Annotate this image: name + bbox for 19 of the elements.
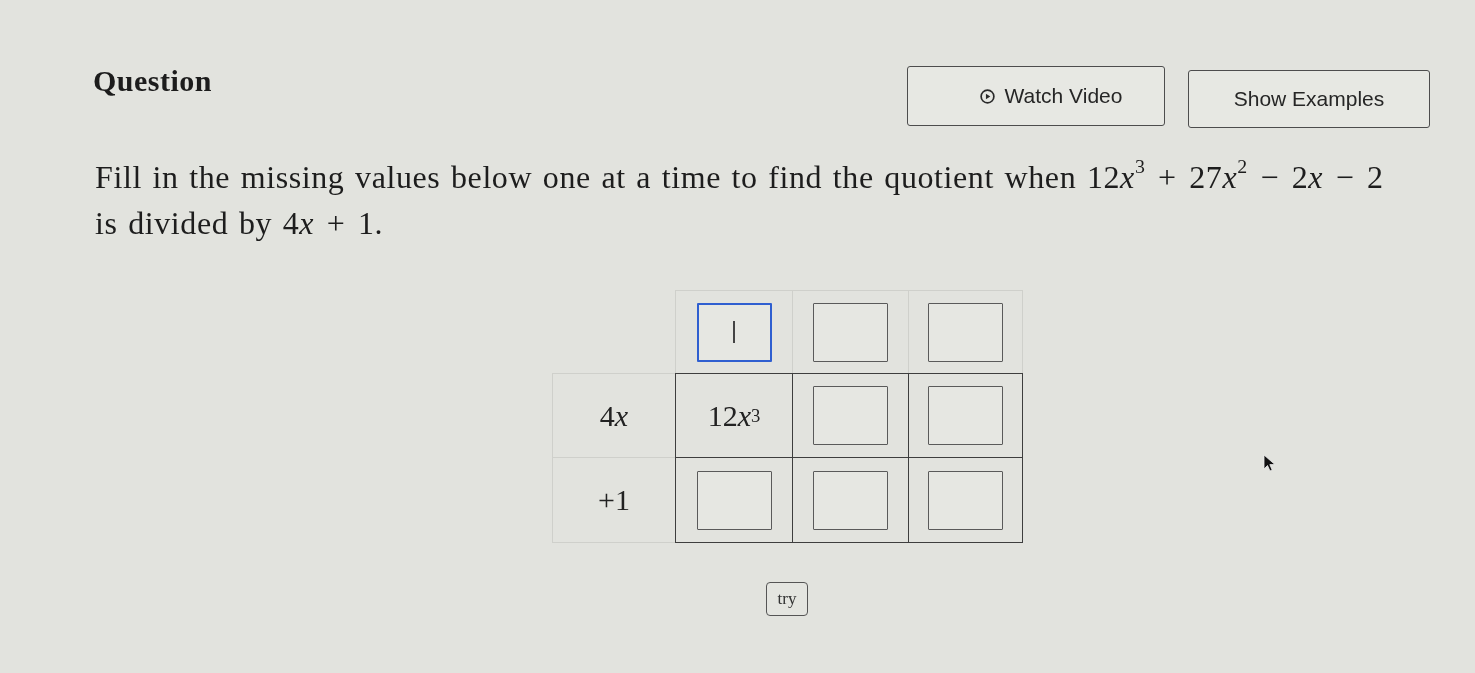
table-cell: +1 <box>552 457 676 543</box>
input-field[interactable] <box>696 302 772 362</box>
input-field[interactable] <box>696 470 772 530</box>
show-examples-button[interactable]: Show Examples <box>1188 70 1430 128</box>
input-field[interactable] <box>813 470 888 530</box>
question-title: Question <box>93 64 214 98</box>
question-text: Fill in the missing values below one at a time to find the quotient when 12x$^{3}$ + 27x$^{2}$ − 2x − 2 is divided by 4x + 1. <box>95 154 1385 243</box>
watch-video-button[interactable]: Watch Video <box>907 66 1165 126</box>
table-cell: 4x <box>552 373 676 458</box>
input-field[interactable] <box>928 470 1003 530</box>
input-field[interactable] <box>813 386 888 445</box>
mouse-pointer-icon <box>1263 454 1277 472</box>
play-circle-icon <box>979 88 995 104</box>
text-cursor-icon <box>733 321 735 343</box>
input-field[interactable] <box>928 302 1003 362</box>
try-button[interactable]: try <box>765 582 809 616</box>
input-field[interactable] <box>813 302 888 362</box>
table-cell: 12x$^{3}$ <box>675 373 793 458</box>
input-field[interactable] <box>928 386 1003 445</box>
